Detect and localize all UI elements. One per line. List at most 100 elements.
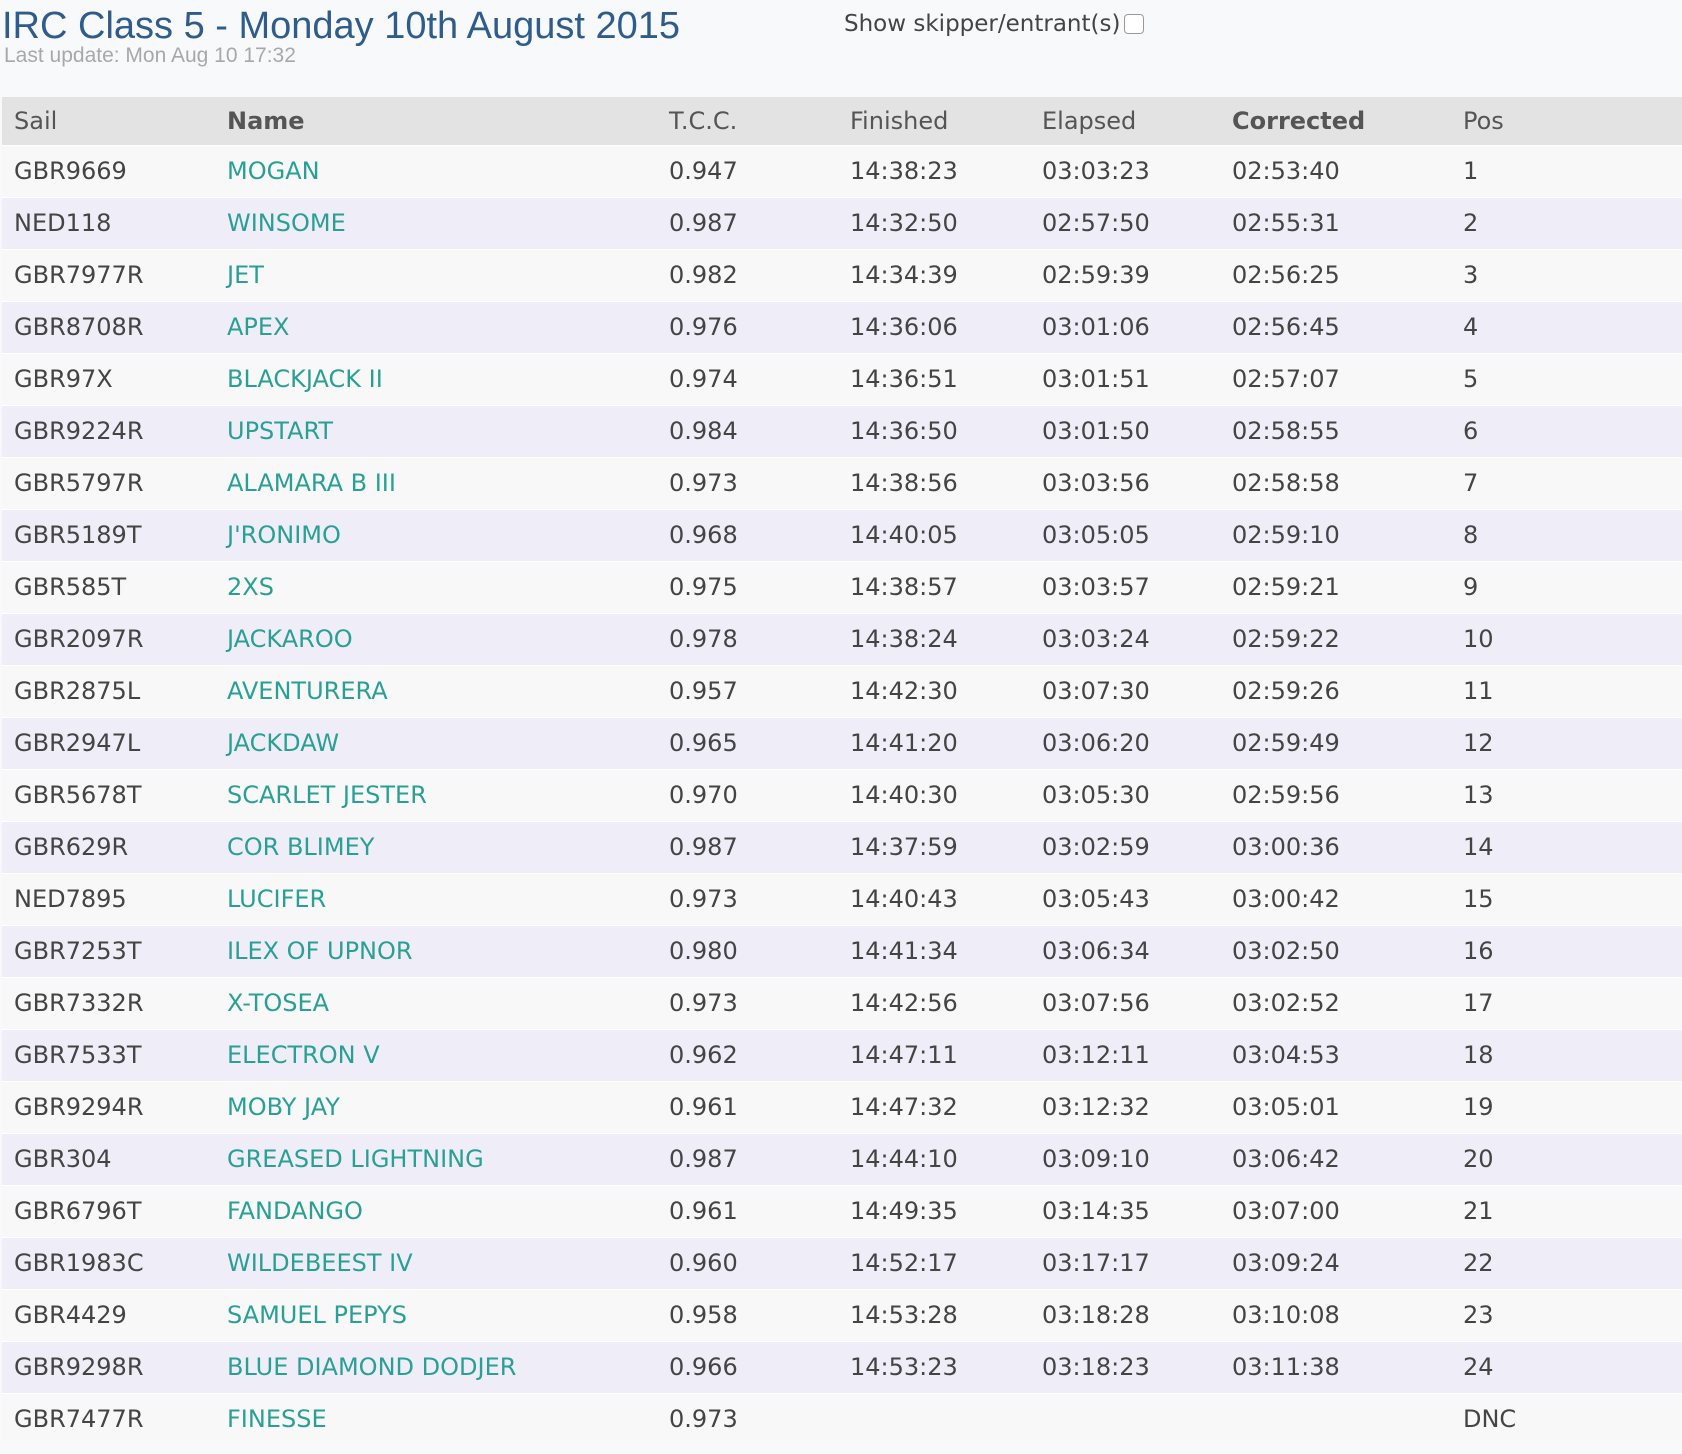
cell-boat-name-link[interactable]: MOGAN xyxy=(215,144,657,197)
cell-sail: GBR4429 xyxy=(2,1288,215,1341)
cell-elapsed: 03:05:30 xyxy=(1030,768,1220,821)
cell-elapsed: 03:03:23 xyxy=(1030,144,1220,197)
table-row: GBR585T 2XS 0.975 14:38:57 03:03:57 02:59:21 9 xyxy=(2,560,1682,613)
cell-tcc: 0.987 xyxy=(657,1132,838,1185)
cell-elapsed: 03:06:20 xyxy=(1030,716,1220,769)
show-skipper-label: Show skipper/entrant(s) xyxy=(844,11,1121,37)
cell-elapsed: 03:02:59 xyxy=(1030,820,1220,873)
cell-finished: 14:52:17 xyxy=(838,1236,1030,1289)
cell-sail: GBR629R xyxy=(2,820,215,873)
cell-corrected: 03:04:53 xyxy=(1220,1028,1451,1081)
cell-boat-name-link[interactable]: JACKAROO xyxy=(215,612,657,665)
cell-finished: 14:42:30 xyxy=(838,664,1030,717)
column-header-corrected[interactable]: Corrected xyxy=(1220,97,1451,145)
cell-position: 8 xyxy=(1451,508,1682,561)
cell-boat-name-link[interactable]: UPSTART xyxy=(215,404,657,457)
table-row: GBR9224R UPSTART 0.984 14:36:50 03:01:50 02:5… xyxy=(2,404,1682,457)
cell-finished: 14:53:28 xyxy=(838,1288,1030,1341)
cell-finished: 14:40:43 xyxy=(838,872,1030,925)
cell-tcc: 0.982 xyxy=(657,248,838,301)
cell-elapsed: 03:03:56 xyxy=(1030,456,1220,509)
cell-boat-name-link[interactable]: BLUE DIAMOND DODJER xyxy=(215,1340,657,1393)
cell-tcc: 0.966 xyxy=(657,1340,838,1393)
cell-boat-name-link[interactable]: WILDEBEEST IV xyxy=(215,1236,657,1289)
cell-tcc: 0.973 xyxy=(657,976,838,1029)
cell-elapsed: 03:12:32 xyxy=(1030,1080,1220,1133)
cell-boat-name-link[interactable]: COR BLIMEY xyxy=(215,820,657,873)
cell-position: DNC xyxy=(1451,1392,1682,1445)
cell-corrected: 02:56:45 xyxy=(1220,300,1451,353)
cell-boat-name-link[interactable]: ALAMARA B III xyxy=(215,456,657,509)
cell-position: 17 xyxy=(1451,976,1682,1029)
column-header-tcc[interactable]: T.C.C. xyxy=(657,97,838,145)
cell-elapsed: 03:09:10 xyxy=(1030,1132,1220,1185)
cell-tcc: 0.973 xyxy=(657,456,838,509)
cell-boat-name-link[interactable]: AVENTURERA xyxy=(215,664,657,717)
table-row: GBR9669 MOGAN 0.947 14:38:23 03:03:23 02:53:4… xyxy=(2,144,1682,197)
cell-sail: GBR5189T xyxy=(2,508,215,561)
cell-boat-name-link[interactable]: JACKDAW xyxy=(215,716,657,769)
cell-boat-name-link[interactable]: MOBY JAY xyxy=(215,1080,657,1133)
cell-elapsed: 03:03:24 xyxy=(1030,612,1220,665)
table-row: GBR5189T J'RONIMO 0.968 14:40:05 03:05:05 02:… xyxy=(2,508,1682,561)
cell-boat-name-link[interactable]: FANDANGO xyxy=(215,1184,657,1237)
table-row: GBR7253T ILEX OF UPNOR 0.980 14:41:34 03:06:… xyxy=(2,924,1682,977)
column-header-finished[interactable]: Finished xyxy=(838,97,1030,145)
results-table-header: Sail Name T.C.C. Finished Elapsed Correc… xyxy=(2,97,1682,145)
cell-position: 15 xyxy=(1451,872,1682,925)
cell-boat-name-link[interactable]: BLACKJACK II xyxy=(215,352,657,405)
cell-boat-name-link[interactable]: X-TOSEA xyxy=(215,976,657,1029)
cell-position: 12 xyxy=(1451,716,1682,769)
cell-boat-name-link[interactable]: 2XS xyxy=(215,560,657,613)
cell-position: 3 xyxy=(1451,248,1682,301)
cell-corrected: 03:02:50 xyxy=(1220,924,1451,977)
cell-boat-name-link[interactable]: LUCIFER xyxy=(215,872,657,925)
cell-finished: 14:37:59 xyxy=(838,820,1030,873)
cell-position: 18 xyxy=(1451,1028,1682,1081)
column-header-pos[interactable]: Pos xyxy=(1451,97,1682,145)
cell-boat-name-link[interactable]: ILEX OF UPNOR xyxy=(215,924,657,977)
cell-corrected: 02:59:56 xyxy=(1220,768,1451,821)
cell-sail: NED7895 xyxy=(2,872,215,925)
show-skipper-toggle[interactable]: Show skipper/entrant(s) xyxy=(844,8,1145,40)
cell-tcc: 0.957 xyxy=(657,664,838,717)
cell-corrected: 02:58:58 xyxy=(1220,456,1451,509)
show-skipper-checkbox[interactable] xyxy=(1124,14,1145,34)
cell-sail: GBR9294R xyxy=(2,1080,215,1133)
column-header-elapsed[interactable]: Elapsed xyxy=(1030,97,1220,145)
cell-finished: 14:53:23 xyxy=(838,1340,1030,1393)
cell-corrected: 03:02:52 xyxy=(1220,976,1451,1029)
cell-finished: 14:44:10 xyxy=(838,1132,1030,1185)
cell-sail: GBR6796T xyxy=(2,1184,215,1237)
cell-elapsed: 02:59:39 xyxy=(1030,248,1220,301)
cell-finished: 14:47:11 xyxy=(838,1028,1030,1081)
cell-boat-name-link[interactable]: SAMUEL PEPYS xyxy=(215,1288,657,1341)
cell-position: 6 xyxy=(1451,404,1682,457)
cell-boat-name-link[interactable]: JET xyxy=(215,248,657,301)
cell-finished: 14:41:20 xyxy=(838,716,1030,769)
cell-boat-name-link[interactable]: WINSOME xyxy=(215,196,657,249)
cell-tcc: 0.947 xyxy=(657,144,838,197)
cell-boat-name-link[interactable]: J'RONIMO xyxy=(215,508,657,561)
column-header-name[interactable]: Name xyxy=(215,97,657,145)
cell-elapsed: 03:03:57 xyxy=(1030,560,1220,613)
column-header-sail[interactable]: Sail xyxy=(2,97,215,145)
cell-position: 11 xyxy=(1451,664,1682,717)
cell-finished: 14:32:50 xyxy=(838,196,1030,249)
cell-corrected: 03:05:01 xyxy=(1220,1080,1451,1133)
cell-tcc: 0.980 xyxy=(657,924,838,977)
cell-boat-name-link[interactable]: GREASED LIGHTNING xyxy=(215,1132,657,1185)
cell-corrected: 02:59:49 xyxy=(1220,716,1451,769)
cell-boat-name-link[interactable]: SCARLET JESTER xyxy=(215,768,657,821)
cell-tcc: 0.973 xyxy=(657,872,838,925)
cell-boat-name-link[interactable]: APEX xyxy=(215,300,657,353)
table-row: GBR5678T SCARLET JESTER 0.970 14:40:30 03:05… xyxy=(2,768,1682,821)
cell-tcc: 0.960 xyxy=(657,1236,838,1289)
cell-elapsed: 03:05:43 xyxy=(1030,872,1220,925)
cell-boat-name-link[interactable]: ELECTRON V xyxy=(215,1028,657,1081)
table-row: GBR304 GREASED LIGHTNING 0.987 14:44:10 03:0… xyxy=(2,1132,1682,1185)
cell-elapsed: 03:06:34 xyxy=(1030,924,1220,977)
cell-sail: GBR7332R xyxy=(2,976,215,1029)
cell-elapsed: 03:12:11 xyxy=(1030,1028,1220,1081)
cell-boat-name-link[interactable]: FINESSE xyxy=(215,1392,657,1445)
